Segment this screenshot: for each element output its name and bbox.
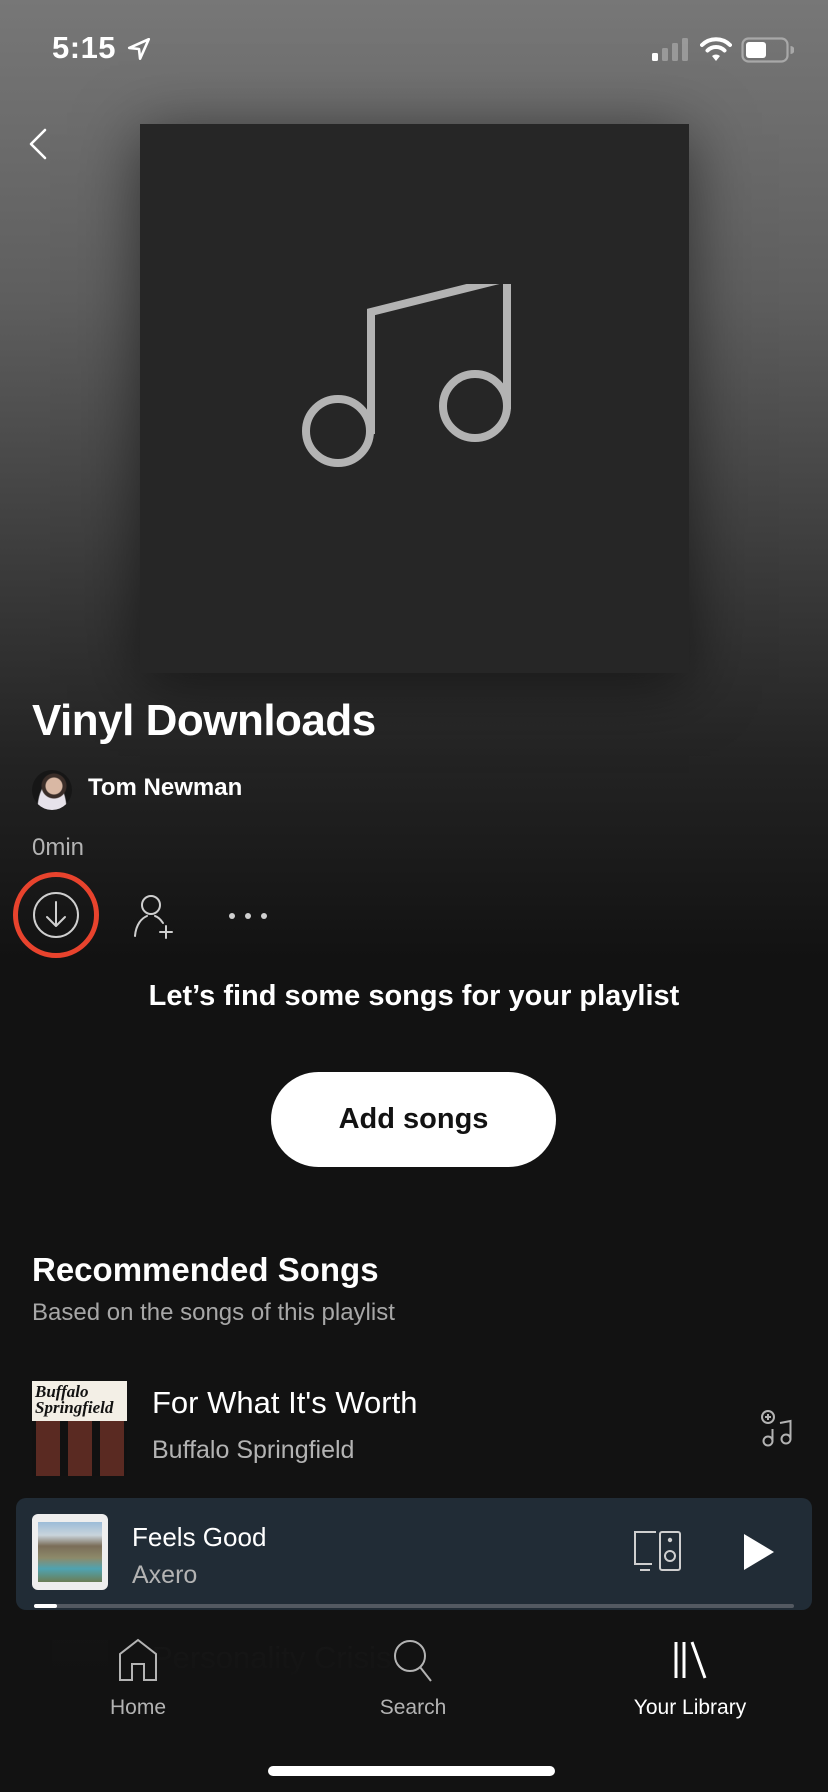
location-arrow-icon xyxy=(127,37,151,61)
progress-fill xyxy=(34,1604,57,1608)
owner-avatar[interactable] xyxy=(32,770,72,810)
add-songs-button[interactable]: Add songs xyxy=(271,1072,556,1167)
song-title: For What It's Worth xyxy=(152,1385,418,1420)
more-dots-icon xyxy=(229,913,267,919)
recommended-subtitle: Based on the songs of this playlist xyxy=(32,1299,395,1326)
empty-state-prompt: Let’s find some songs for your playlist xyxy=(148,980,680,1012)
owner-name[interactable]: Tom Newman xyxy=(88,774,242,802)
download-button[interactable] xyxy=(31,890,81,940)
play-icon xyxy=(744,1534,774,1570)
add-song-icon xyxy=(761,1410,792,1447)
song-artist: Buffalo Springfield xyxy=(152,1436,355,1464)
add-user-icon xyxy=(134,895,173,939)
now-playing-title: Feels Good xyxy=(132,1522,267,1552)
connect-devices-button[interactable] xyxy=(632,1528,682,1580)
status-time: 5:15 xyxy=(52,30,117,65)
playback-progress xyxy=(34,1604,794,1608)
wifi-icon xyxy=(700,37,732,61)
playlist-title: Vinyl Downloads xyxy=(32,696,376,745)
nav-home[interactable]: Home xyxy=(38,1638,238,1738)
library-icon xyxy=(674,1641,707,1679)
music-note-icon xyxy=(302,284,511,467)
battery-icon xyxy=(741,37,794,63)
play-button[interactable] xyxy=(738,1532,778,1572)
recommended-title: Recommended Songs xyxy=(32,1251,379,1288)
nav-search-label: Search xyxy=(379,1696,447,1719)
add-user-button[interactable] xyxy=(130,892,178,940)
more-options-button[interactable] xyxy=(224,900,272,932)
nav-home-label: Home xyxy=(109,1696,167,1719)
search-icon xyxy=(394,1640,432,1682)
playlist-duration: 0min xyxy=(32,834,85,861)
devices-icon xyxy=(634,1531,681,1571)
nav-your-library-label: Your Library xyxy=(633,1696,747,1719)
cellular-signal-icon xyxy=(652,38,688,61)
now-playing-bar[interactable]: Feels Good Axero xyxy=(16,1498,812,1610)
nav-your-library[interactable]: Your Library xyxy=(590,1638,790,1738)
recommended-song-row[interactable]: Buffalo Springfield For What It's Worth … xyxy=(0,1381,828,1477)
nav-search[interactable]: Search xyxy=(313,1638,513,1738)
home-icon xyxy=(119,1638,157,1681)
now-playing-art xyxy=(32,1514,108,1590)
album-art-text: Buffalo Springfield xyxy=(35,1382,114,1417)
download-circle-icon xyxy=(33,892,79,938)
back-button[interactable] xyxy=(18,124,58,164)
add-to-playlist-button[interactable] xyxy=(758,1409,798,1449)
song-album-art: Buffalo Springfield xyxy=(32,1381,127,1476)
playlist-cover xyxy=(140,124,689,673)
home-indicator[interactable] xyxy=(268,1766,555,1776)
now-playing-artist: Axero xyxy=(132,1561,198,1589)
